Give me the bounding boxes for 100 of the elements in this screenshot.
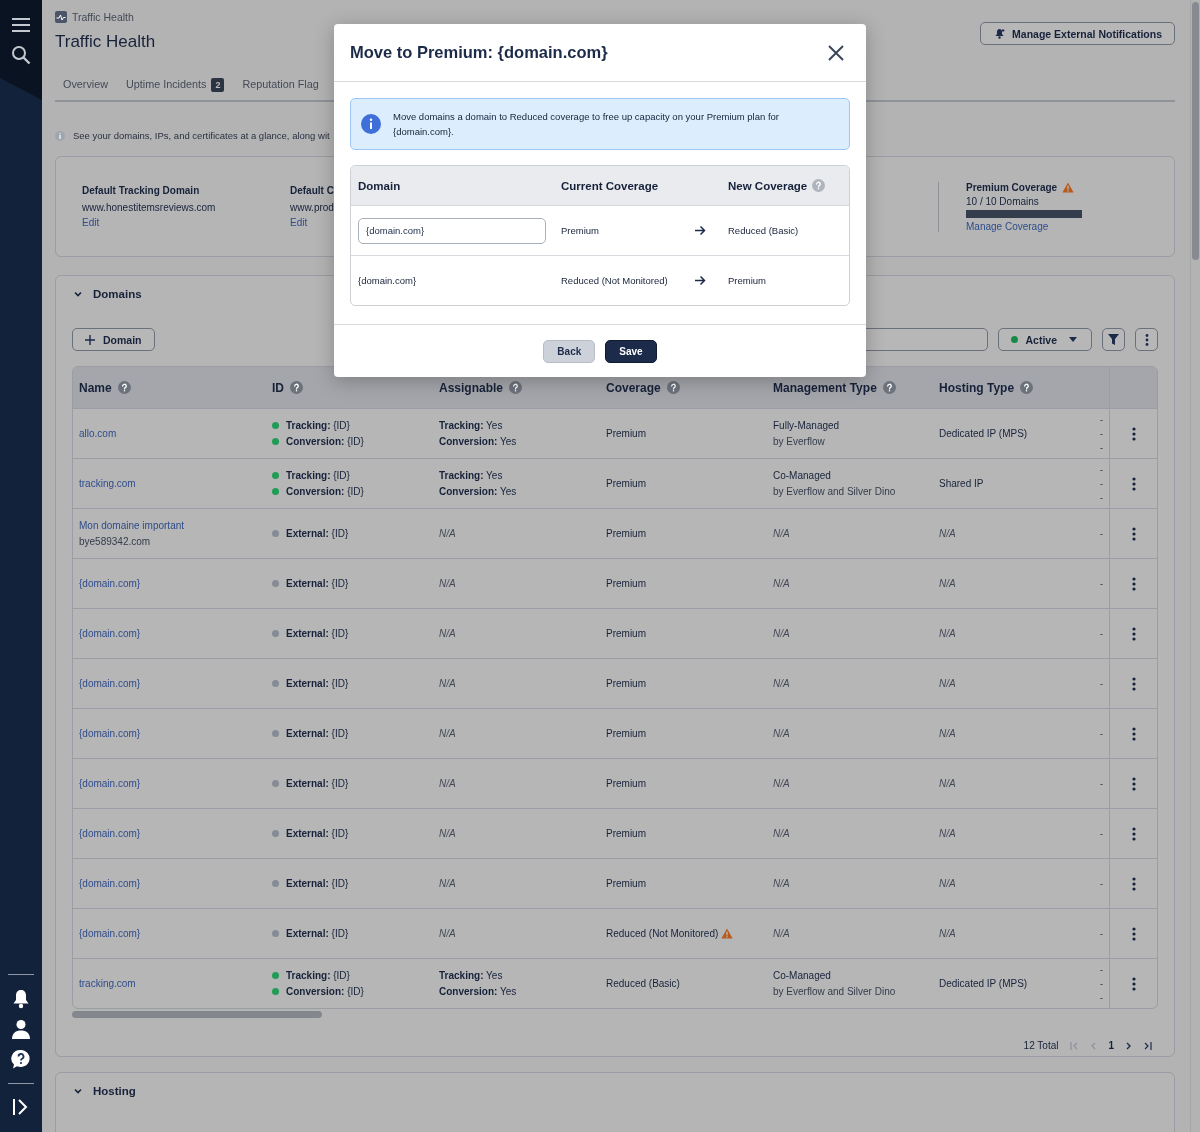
cell-text: External: {ID} <box>286 928 349 939</box>
save-button[interactable]: Save <box>605 339 657 363</box>
domain-link[interactable]: {domain.com} <box>79 828 141 839</box>
domain-subtext: bye589342.com <box>79 536 152 547</box>
chevron-icon[interactable] <box>73 1086 83 1096</box>
cell-text: Shared IP <box>939 478 985 489</box>
row-menu-icon[interactable] <box>1132 576 1136 591</box>
cell-text: N/A <box>939 528 957 539</box>
default-value: www.prod <box>290 202 334 213</box>
chevron-icon[interactable] <box>73 289 83 299</box>
tab[interactable]: Reputation Flag <box>242 78 319 100</box>
cell-text: N/A <box>939 878 957 889</box>
help-icon <box>812 179 826 192</box>
cell-text: Conversion: Yes <box>439 986 517 997</box>
column-header[interactable]: Coverage <box>600 367 767 408</box>
domain-link[interactable]: Mon domaine important <box>79 520 185 531</box>
help-icon <box>290 381 303 394</box>
domain-link[interactable]: {domain.com} <box>79 778 141 789</box>
domain-link[interactable]: {domain.com} <box>79 578 141 589</box>
cell-text: Tracking: Yes <box>439 470 503 481</box>
search-icon[interactable] <box>11 45 31 65</box>
status-dropdown[interactable]: Active <box>998 328 1092 351</box>
scrollbar-thumb[interactable] <box>72 1011 322 1018</box>
last-page-icon[interactable] <box>1144 1041 1152 1050</box>
cell-text: N/A <box>439 828 457 839</box>
cell-subtext: by Everflow and Silver Dino <box>773 986 897 997</box>
more-button[interactable] <box>1135 328 1158 351</box>
cell-text: Dedicated IP (MPS) <box>939 428 1029 439</box>
domain-link[interactable]: {domain.com} <box>79 878 141 889</box>
row-menu-icon[interactable] <box>1132 476 1136 491</box>
close-icon[interactable] <box>828 44 844 61</box>
section-title: Hosting <box>93 1085 136 1097</box>
page-title: Traffic Health <box>55 32 156 52</box>
row-menu-icon[interactable] <box>1132 826 1136 841</box>
cell-text: {domain.com} <box>358 275 417 286</box>
column-header[interactable]: Assignable <box>433 367 600 408</box>
cell-text: Premium <box>606 828 646 839</box>
bell-icon[interactable] <box>12 989 30 1009</box>
cell-text: - <box>1100 414 1104 425</box>
column-header[interactable]: Management Type <box>767 367 933 408</box>
page-number[interactable]: 1 <box>1108 1040 1114 1051</box>
next-page-icon[interactable] <box>1126 1041 1132 1050</box>
cell-text: N/A <box>773 878 791 889</box>
domain-link[interactable]: allo.com <box>79 428 117 439</box>
cell-text: Reduced (Not Monitored) <box>561 275 668 286</box>
cell-text: Conversion: {ID} <box>286 436 364 447</box>
domain-link[interactable]: {domain.com} <box>79 678 141 689</box>
cell-text: Premium <box>606 428 646 439</box>
column-header: Domain <box>358 179 401 192</box>
manage-coverage-link[interactable]: Manage Coverage <box>966 220 1049 232</box>
edit-link[interactable]: Edit <box>82 217 100 228</box>
notifications-button[interactable]: Manage External Notifications <box>980 22 1175 45</box>
cell-text: - <box>1100 828 1104 839</box>
cell-text: N/A <box>939 928 957 939</box>
column-header[interactable]: ID <box>266 367 433 408</box>
coverage-title: Premium Coverage <box>966 181 1058 193</box>
row-menu-icon[interactable] <box>1132 926 1136 941</box>
add-domain-button[interactable]: Domain <box>72 328 155 351</box>
domain-link[interactable]: {domain.com} <box>79 928 141 939</box>
cell-text: N/A <box>939 728 957 739</box>
cell-text: N/A <box>773 578 791 589</box>
cell-text: Premium <box>606 728 646 739</box>
domain-link[interactable]: tracking.com <box>79 978 136 989</box>
cell-text: External: {ID} <box>286 578 349 589</box>
column-header[interactable]: Name <box>73 367 266 408</box>
modal-title: Move to Premium: {domain.com} <box>350 43 608 62</box>
cell-text: N/A <box>939 578 957 589</box>
expand-icon[interactable] <box>12 1098 30 1116</box>
cell-text: N/A <box>439 928 457 939</box>
cell-text: Premium <box>606 778 646 789</box>
row-menu-icon[interactable] <box>1132 976 1136 991</box>
domain-link[interactable]: tracking.com <box>79 478 136 489</box>
scrollbar-thumb[interactable] <box>1192 2 1199 260</box>
breadcrumb[interactable]: Traffic Health <box>72 11 134 23</box>
cell-text: N/A <box>439 878 457 889</box>
menu-icon[interactable] <box>11 17 31 33</box>
column-header[interactable]: Hosting Type <box>933 367 1100 408</box>
tab[interactable]: Uptime Incidents 2 <box>126 78 225 100</box>
user-icon[interactable] <box>11 1019 31 1039</box>
back-button[interactable]: Back <box>543 339 596 363</box>
cell-text: - <box>1100 678 1104 689</box>
row-menu-icon[interactable] <box>1132 626 1136 641</box>
info-text: See your domains, IPs, and certificates at a glance, along wit <box>73 130 330 141</box>
row-menu-icon[interactable] <box>1132 426 1136 441</box>
row-menu-icon[interactable] <box>1132 776 1136 791</box>
cell-subtext: by Everflow <box>773 436 826 447</box>
domain-link[interactable]: {domain.com} <box>79 728 141 739</box>
row-menu-icon[interactable] <box>1132 876 1136 891</box>
domain-field[interactable]: {domain.com} <box>358 217 546 244</box>
row-menu-icon[interactable] <box>1132 676 1136 691</box>
column-header: Current Coverage <box>561 179 659 192</box>
filter-button[interactable] <box>1102 328 1125 351</box>
row-menu-icon[interactable] <box>1132 726 1136 741</box>
row-menu-icon[interactable] <box>1132 526 1136 541</box>
cell-text: N/A <box>773 628 791 639</box>
edit-link[interactable]: Edit <box>290 217 308 228</box>
tab[interactable]: Overview <box>63 78 108 100</box>
help-icon <box>117 381 131 394</box>
domain-link[interactable]: {domain.com} <box>79 628 141 639</box>
help-icon[interactable] <box>11 1049 31 1069</box>
